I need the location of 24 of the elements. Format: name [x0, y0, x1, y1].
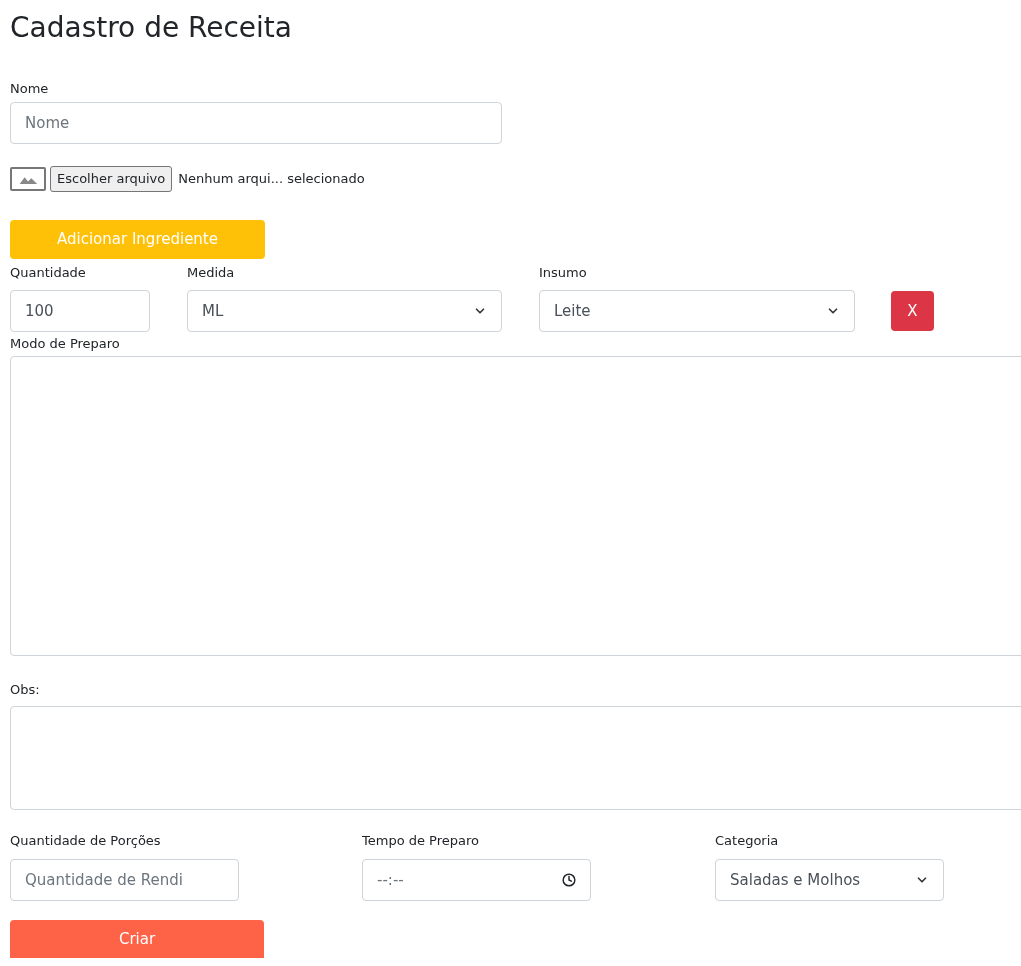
field-label: Tempo de Preparo — [362, 833, 479, 849]
measure-select[interactable]: ML — [187, 290, 502, 332]
field-label: Categoria — [715, 833, 779, 849]
image-icon — [10, 167, 46, 191]
name-field[interactable]: Nome — [10, 102, 502, 144]
clock-icon — [562, 873, 576, 887]
remove-button[interactable]: X — [891, 291, 934, 331]
page-title: Cadastro de Receita — [10, 10, 292, 45]
portions-field[interactable]: Quantidade de Rendi — [10, 859, 239, 901]
field-label: Medida — [187, 265, 235, 281]
field-label: Insumo — [539, 265, 587, 281]
quantity-field[interactable]: 100 — [10, 290, 150, 332]
category-select[interactable]: Saladas e Molhos — [715, 859, 944, 901]
time-field[interactable]: --:-- — [362, 859, 591, 901]
field-label: Obs: — [10, 682, 40, 698]
ingredient-select[interactable]: Leite — [539, 290, 855, 332]
notes-textarea[interactable] — [10, 706, 1021, 810]
field-label: Nome — [10, 81, 49, 97]
field-label: Quantidade de Porções — [10, 833, 161, 849]
field-label: Quantidade — [10, 265, 86, 281]
choose-file-button[interactable]: Escolher arquivo — [50, 166, 173, 192]
preparation-textarea[interactable] — [10, 356, 1021, 656]
field-label: Modo de Preparo — [10, 336, 120, 352]
file-status: Nenhum arqui... selecionado — [178, 170, 365, 189]
